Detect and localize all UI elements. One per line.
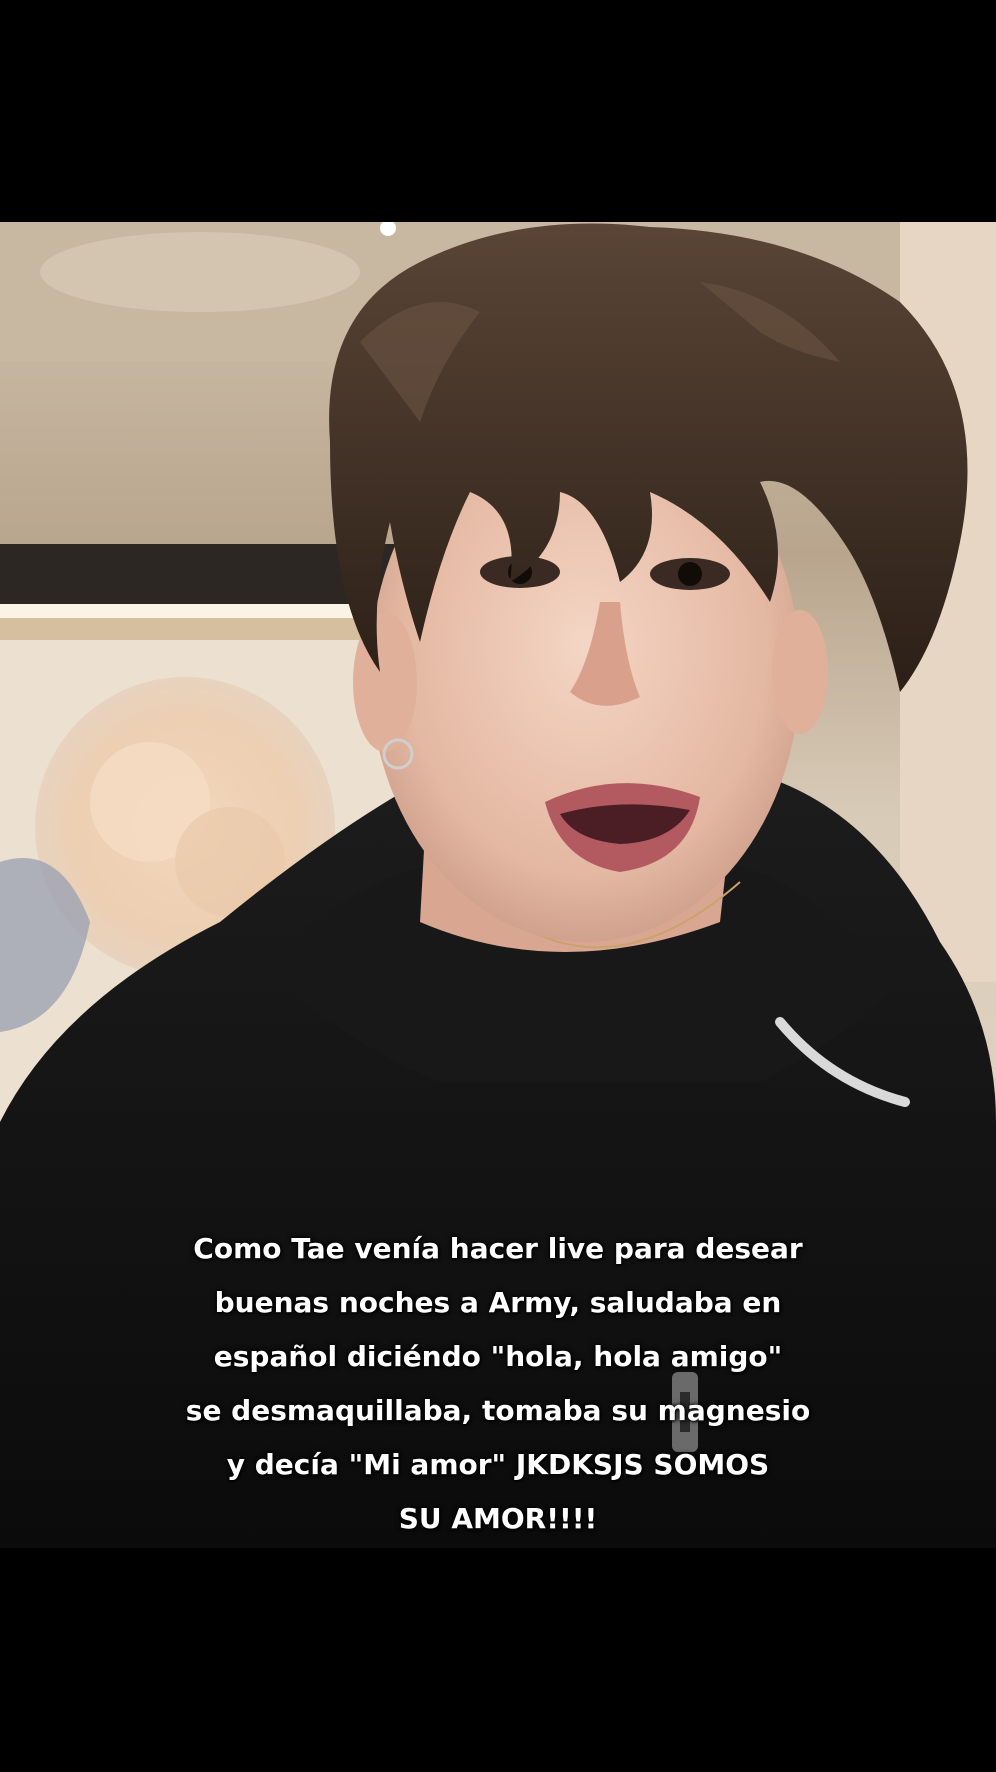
video-player[interactable]: Como Tae venía hacer live para desear bu… (0, 222, 996, 1548)
top-letterbox (0, 0, 996, 222)
caption-line: buenas noches a Army, saludaba en (214, 1286, 782, 1319)
caption-line: y decía "Mi amor" JKDKSJS SOMOS (226, 1448, 770, 1481)
caption-line: español diciéndo "hola, hola amigo" (213, 1340, 783, 1373)
caption-line: Como Tae venía hacer live para desear (193, 1232, 803, 1265)
caption-line: se desmaquillaba, tomaba su magnesio (185, 1394, 811, 1427)
bottom-letterbox (0, 1548, 996, 1772)
caption-line: SU AMOR!!!! (398, 1502, 598, 1535)
video-caption: Como Tae venía hacer live para desear bu… (130, 1222, 866, 1546)
